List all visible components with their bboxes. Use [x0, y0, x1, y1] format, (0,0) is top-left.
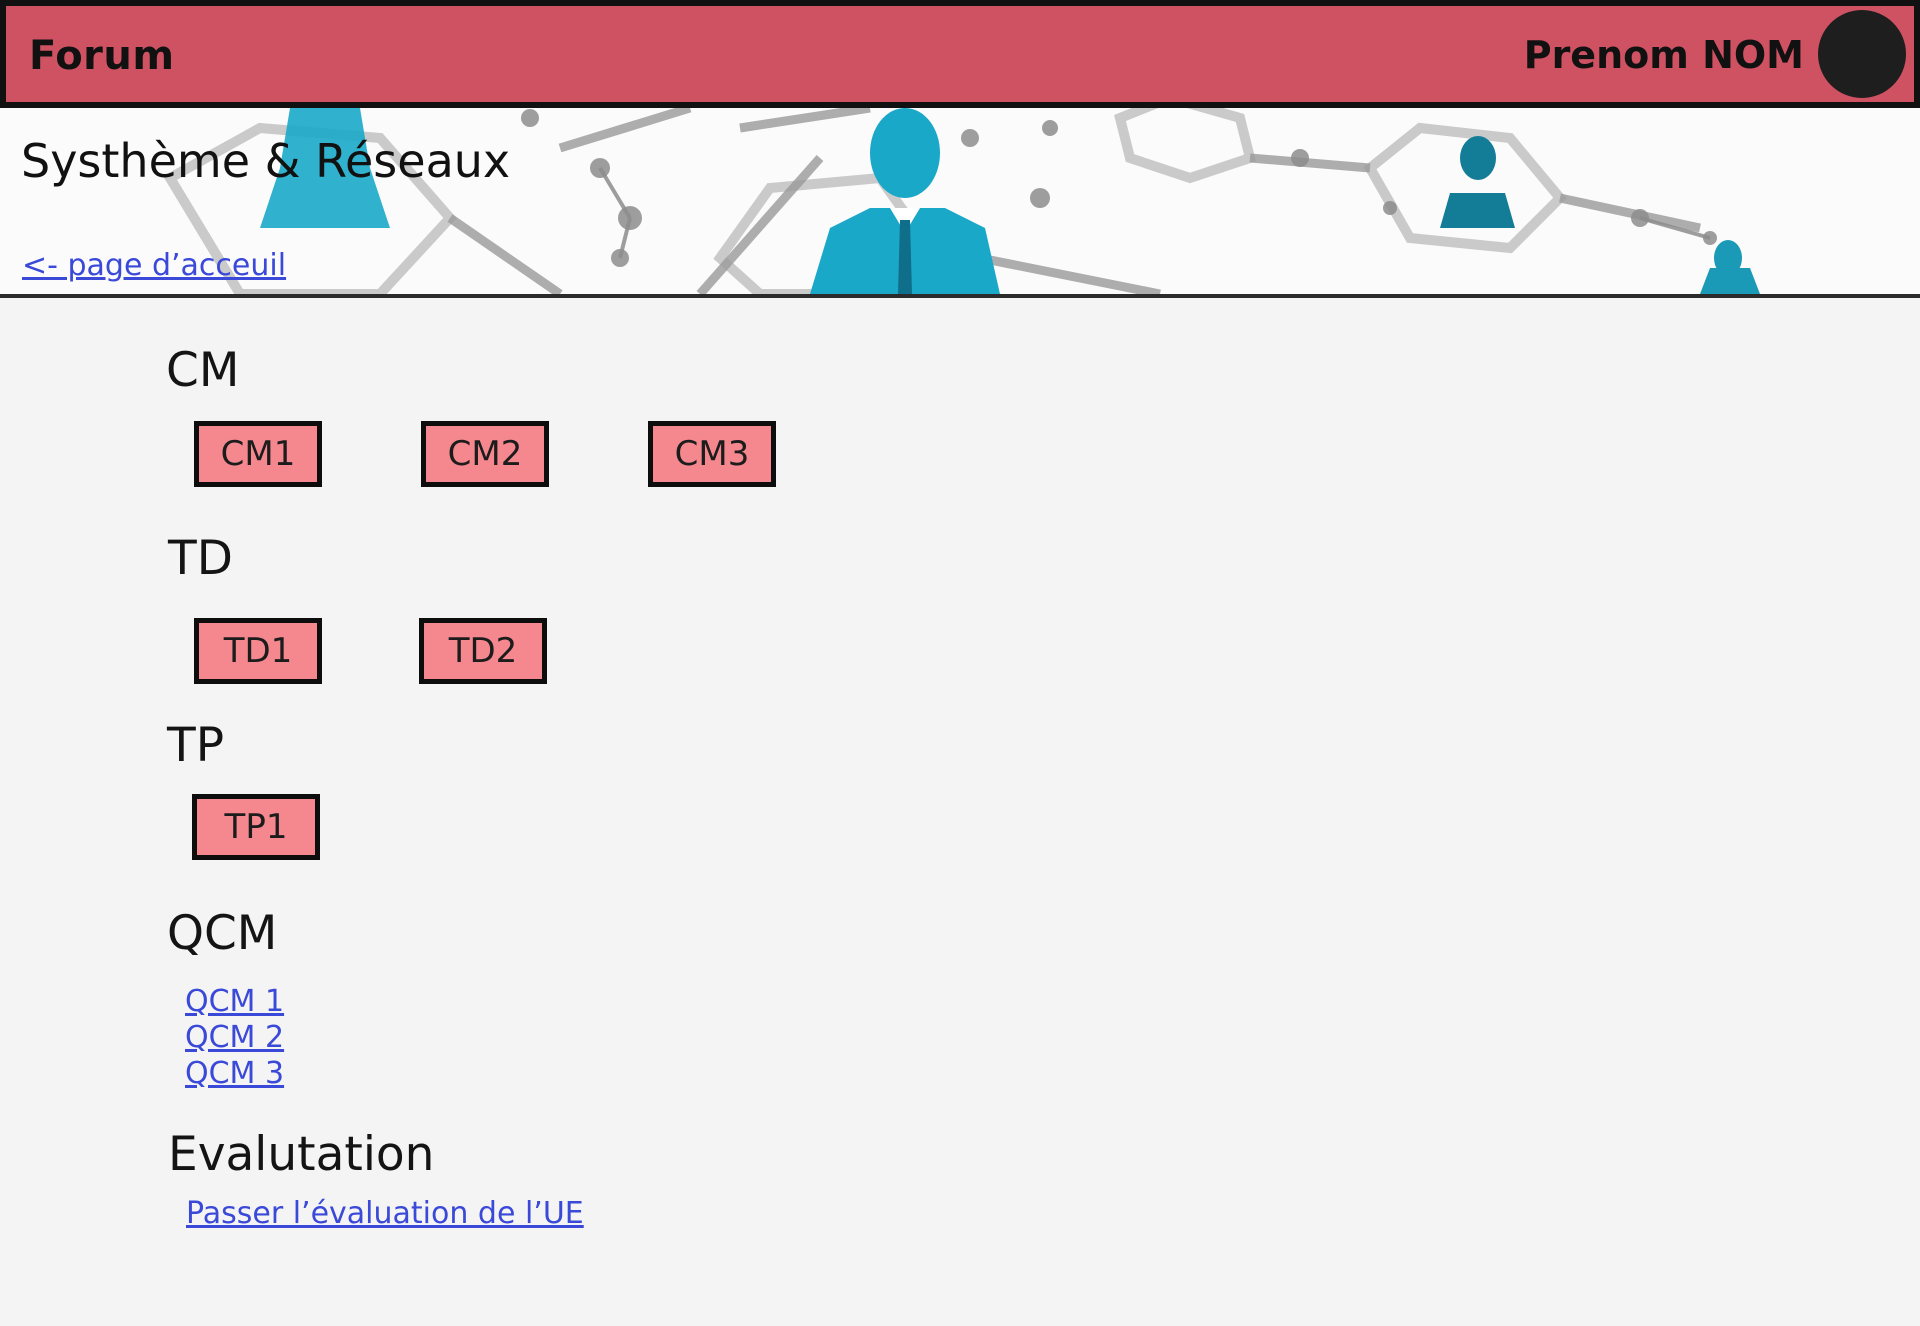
td-heading: TD [168, 531, 233, 586]
user-avatar[interactable] [1818, 10, 1906, 98]
course-banner: Systhème & Réseaux <- page d’acceuil [0, 108, 1920, 298]
home-page-link[interactable]: <- page d’acceuil [22, 248, 286, 283]
qcm-2-link[interactable]: QCM 2 [185, 1020, 284, 1055]
user-name[interactable]: Prenom NOM [1524, 33, 1804, 77]
evaluation-heading: Evalutation [168, 1127, 435, 1182]
tp-heading: TP [167, 718, 225, 773]
cm3-button[interactable]: CM3 [648, 421, 776, 487]
cm2-button[interactable]: CM2 [421, 421, 549, 487]
cm-heading: CM [166, 343, 240, 398]
td2-button[interactable]: TD2 [419, 618, 547, 684]
top-bar: Forum Prenom NOM [0, 0, 1920, 108]
qcm-3-link[interactable]: QCM 3 [185, 1056, 284, 1091]
course-title: Systhème & Réseaux [21, 134, 511, 188]
qcm-1-link[interactable]: QCM 1 [185, 984, 284, 1019]
cm1-button[interactable]: CM1 [194, 421, 322, 487]
tp1-button[interactable]: TP1 [192, 794, 320, 860]
ue-evaluation-link[interactable]: Passer l’évaluation de l’UE [186, 1196, 584, 1231]
qcm-heading: QCM [167, 906, 278, 961]
forum-brand-link[interactable]: Forum [29, 33, 175, 79]
td1-button[interactable]: TD1 [194, 618, 322, 684]
